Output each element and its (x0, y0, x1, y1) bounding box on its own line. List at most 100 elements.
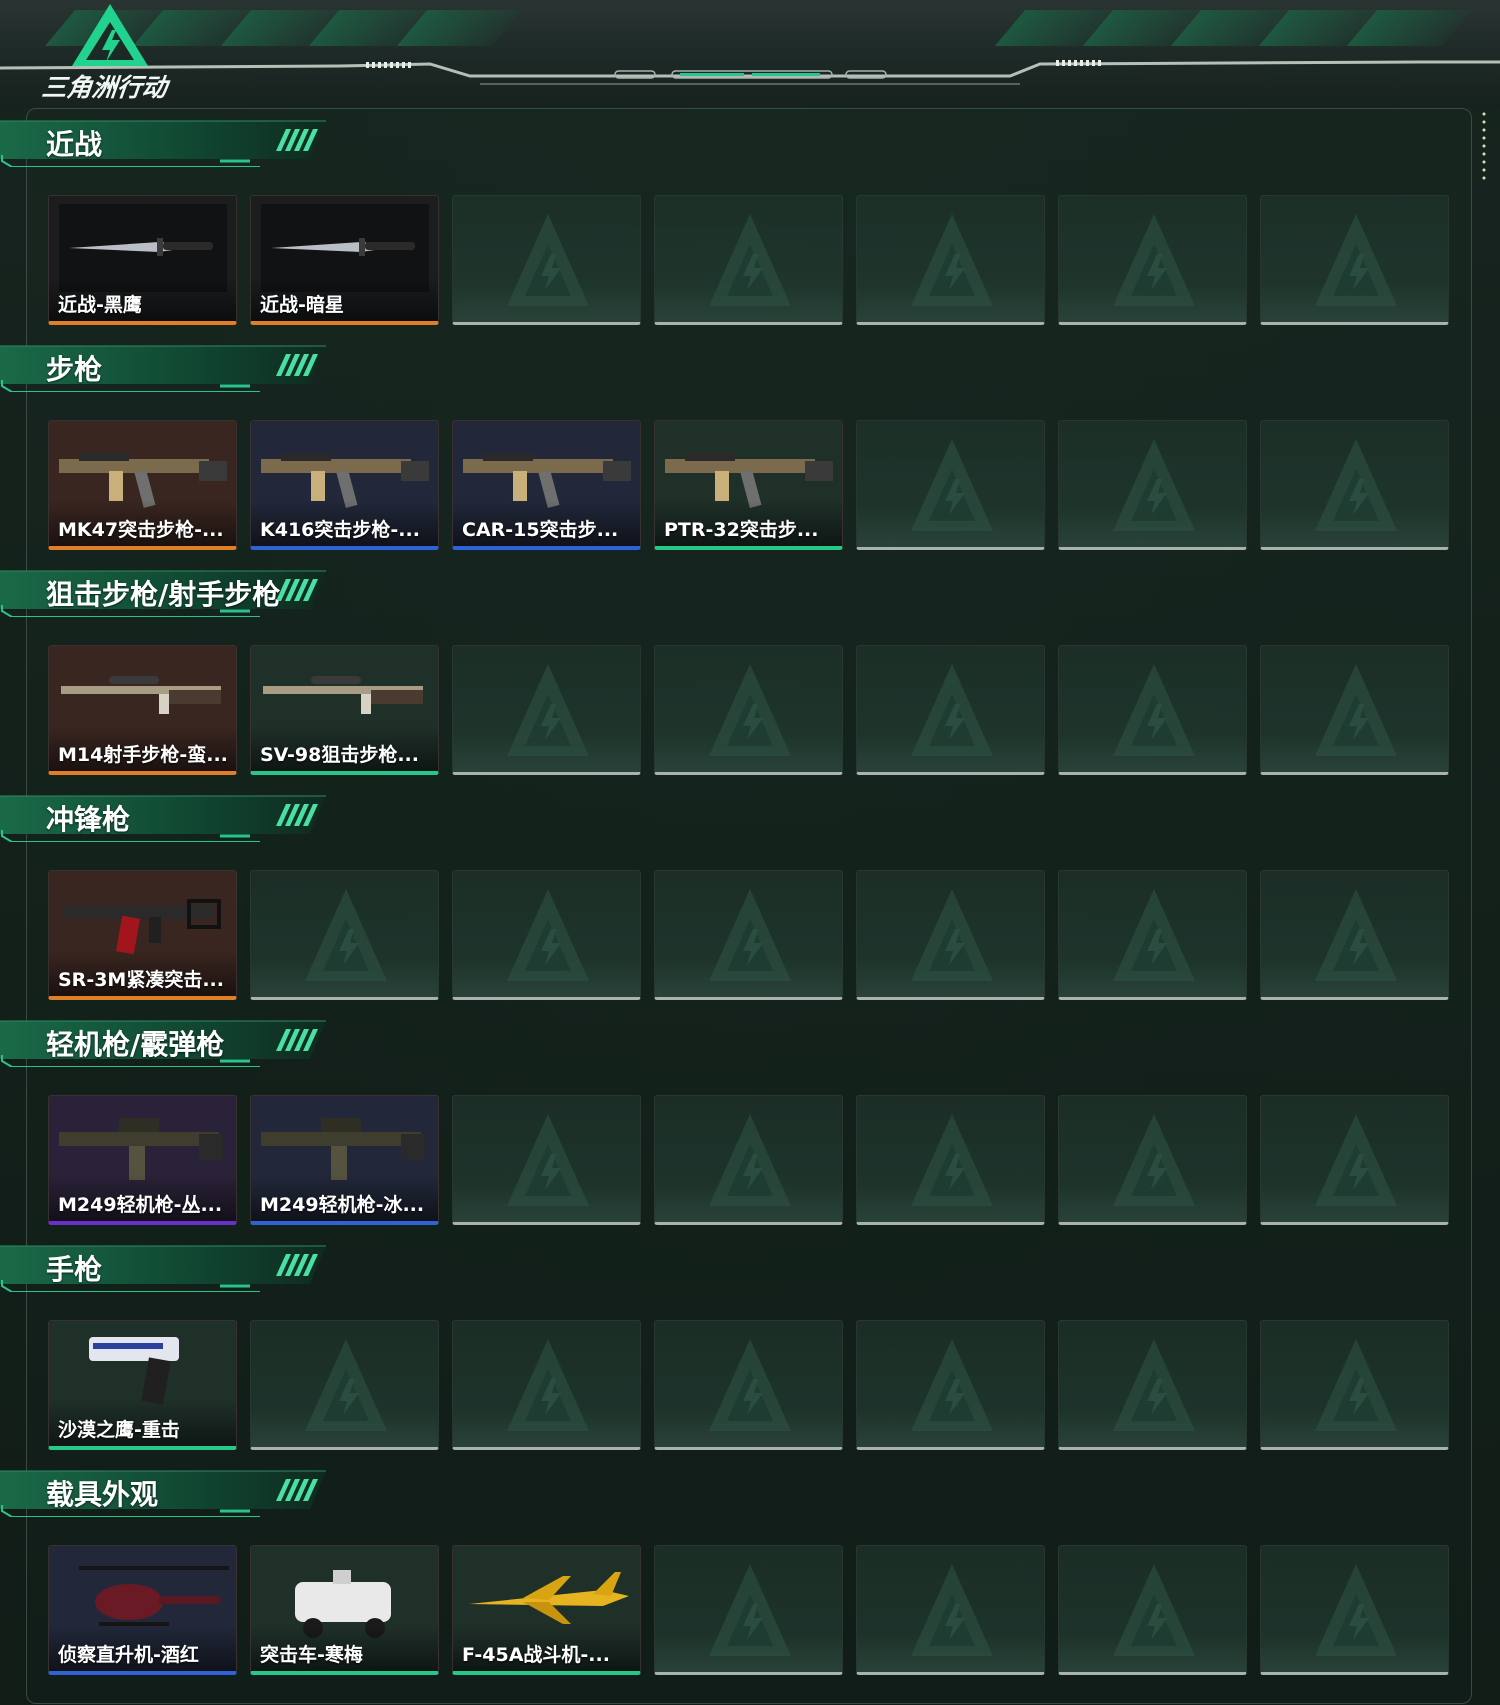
skin-card-label: M249轻机枪-丛... (58, 1194, 223, 1216)
delta-placeholder-icon (909, 1335, 995, 1440)
delta-placeholder-icon (1313, 210, 1399, 315)
section-header: 轻机枪/霰弹枪 (0, 1015, 330, 1067)
skin-card[interactable]: SR-3M紧凑突击... (48, 870, 237, 1000)
empty-slot (1260, 870, 1449, 1000)
empty-slot (1260, 1095, 1449, 1225)
delta-placeholder-icon (909, 1560, 995, 1665)
empty-slot (856, 195, 1045, 325)
skin-card-label: SV-98狙击步枪... (260, 744, 419, 766)
empty-slot (654, 195, 843, 325)
delta-placeholder-icon (707, 1560, 793, 1665)
delta-placeholder-icon (909, 885, 995, 990)
delta-placeholder-icon (505, 885, 591, 990)
delta-placeholder-icon (909, 435, 995, 540)
delta-placeholder-icon (909, 210, 995, 315)
empty-slot (452, 1095, 641, 1225)
section-title: 近战 (46, 128, 103, 161)
delta-placeholder-icon (1111, 660, 1197, 765)
empty-slot (250, 870, 439, 1000)
item-row: 沙漠之鹰-重击 (48, 1320, 1449, 1450)
skin-card[interactable]: M249轻机枪-丛... (48, 1095, 237, 1225)
delta-placeholder-icon (1111, 885, 1197, 990)
delta-logo-icon (72, 4, 148, 66)
skin-card-label: PTR-32突击步... (664, 519, 819, 541)
skin-card[interactable]: 侦察直升机-酒红 (48, 1545, 237, 1675)
delta-placeholder-icon (1111, 210, 1197, 315)
skin-card-label: 近战-暗星 (260, 294, 344, 316)
skin-card-label: M249轻机枪-冰... (260, 1194, 425, 1216)
empty-slot (452, 1320, 641, 1450)
delta-placeholder-icon (909, 1110, 995, 1215)
delta-placeholder-icon (1313, 1335, 1399, 1440)
empty-slot (1058, 1095, 1247, 1225)
delta-placeholder-icon (909, 660, 995, 765)
section-title: 轻机枪/霰弹枪 (46, 1028, 225, 1061)
section-header: 近战 (0, 115, 330, 167)
delta-placeholder-icon (707, 210, 793, 315)
delta-placeholder-icon (1111, 1560, 1197, 1665)
header-ornament (0, 60, 1500, 85)
skin-card[interactable]: F-45A战斗机-... (452, 1545, 641, 1675)
delta-placeholder-icon (505, 1110, 591, 1215)
skin-card[interactable]: PTR-32突击步... (654, 420, 843, 550)
skin-card[interactable]: CAR-15突击步... (452, 420, 641, 550)
empty-slot (654, 870, 843, 1000)
delta-placeholder-icon (707, 660, 793, 765)
delta-placeholder-icon (1111, 1335, 1197, 1440)
skin-card[interactable]: MK47突击步枪-... (48, 420, 237, 550)
empty-slot (654, 1545, 843, 1675)
empty-slot (1058, 1545, 1247, 1675)
skin-card[interactable]: 近战-黑鹰 (48, 195, 237, 325)
empty-slot (1260, 1320, 1449, 1450)
empty-slot (1260, 1545, 1449, 1675)
delta-placeholder-icon (707, 1335, 793, 1440)
empty-slot (452, 870, 641, 1000)
skin-card[interactable]: SV-98狙击步枪... (250, 645, 439, 775)
section-header: 手枪 (0, 1240, 330, 1292)
skin-card-label: CAR-15突击步... (462, 519, 619, 541)
empty-slot (856, 870, 1045, 1000)
delta-placeholder-icon (1313, 435, 1399, 540)
item-row: MK47突击步枪-... K416突击步枪-... CAR-15突击步... P… (48, 420, 1449, 550)
scrollbar-handle[interactable] (1482, 110, 1486, 180)
delta-placeholder-icon (303, 885, 389, 990)
delta-placeholder-icon (1313, 885, 1399, 990)
empty-slot (856, 1320, 1045, 1450)
empty-slot (654, 645, 843, 775)
section-title: 手枪 (46, 1253, 103, 1286)
skin-card-label: 沙漠之鹰-重击 (58, 1419, 180, 1441)
delta-placeholder-icon (1313, 660, 1399, 765)
header-bar: 三角洲行动 (0, 0, 1500, 108)
empty-slot (1058, 1320, 1247, 1450)
skin-card-label: M14射手步枪-蛮... (58, 744, 228, 766)
skin-card[interactable]: 近战-暗星 (250, 195, 439, 325)
delta-placeholder-icon (1111, 435, 1197, 540)
empty-slot (654, 1320, 843, 1450)
delta-placeholder-icon (505, 1335, 591, 1440)
empty-slot (654, 1095, 843, 1225)
skin-card[interactable]: 突击车-寒梅 (250, 1545, 439, 1675)
skin-card[interactable]: M14射手步枪-蛮... (48, 645, 237, 775)
empty-slot (250, 1320, 439, 1450)
empty-slot (1058, 195, 1247, 325)
delta-placeholder-icon (303, 1335, 389, 1440)
delta-placeholder-icon (505, 660, 591, 765)
skin-card-label: 近战-黑鹰 (58, 294, 142, 316)
item-row: 侦察直升机-酒红 突击车-寒梅 F-45A战斗机-... (48, 1545, 1449, 1675)
empty-slot (856, 420, 1045, 550)
delta-placeholder-icon (1313, 1110, 1399, 1215)
item-row: 近战-黑鹰 近战-暗星 (48, 195, 1449, 325)
section-header: 步枪 (0, 340, 330, 392)
item-row: M249轻机枪-丛... M249轻机枪-冰... (48, 1095, 1449, 1225)
empty-slot (452, 645, 641, 775)
delta-placeholder-icon (1313, 1560, 1399, 1665)
delta-placeholder-icon (1111, 1110, 1197, 1215)
section-title: 载具外观 (46, 1478, 159, 1511)
skin-card[interactable]: K416突击步枪-... (250, 420, 439, 550)
empty-slot (856, 645, 1045, 775)
empty-slot (1058, 870, 1247, 1000)
skin-card[interactable]: 沙漠之鹰-重击 (48, 1320, 237, 1450)
skin-card-label: K416突击步枪-... (260, 519, 420, 541)
empty-slot (856, 1545, 1045, 1675)
skin-card[interactable]: M249轻机枪-冰... (250, 1095, 439, 1225)
